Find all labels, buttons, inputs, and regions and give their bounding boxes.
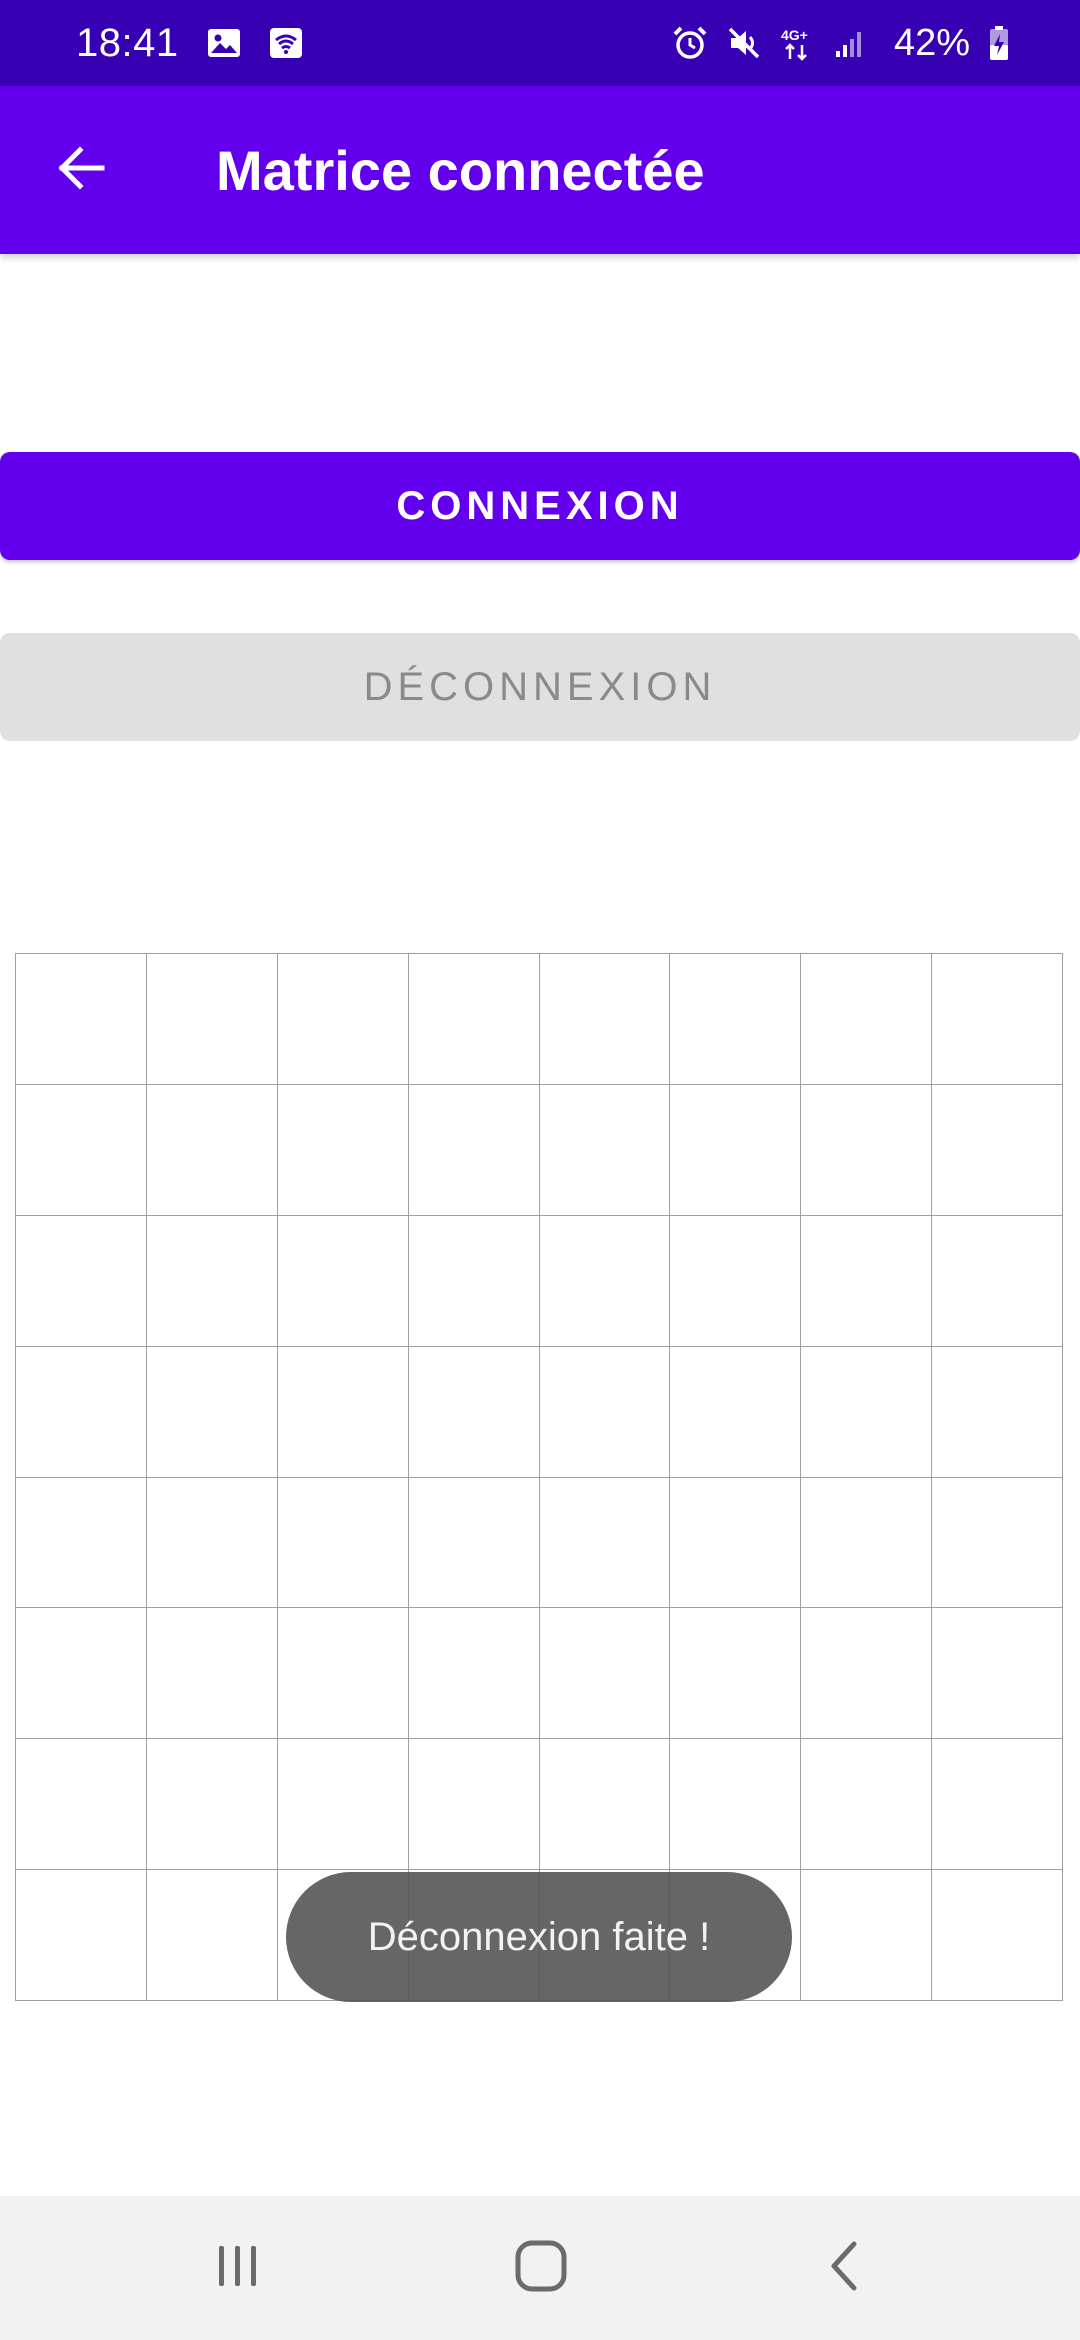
matrix-cell[interactable]: [277, 1215, 409, 1347]
matrix-cell[interactable]: [277, 1084, 409, 1216]
matrix-cell[interactable]: [801, 1477, 933, 1609]
matrix-cell[interactable]: [670, 954, 802, 1085]
matrix-cell[interactable]: [801, 1739, 933, 1871]
toast-message: Déconnexion faite !: [286, 1872, 792, 2002]
matrix-cell[interactable]: [146, 1608, 278, 1740]
status-left: 18:41: [76, 0, 303, 86]
matrix-cell[interactable]: [539, 1477, 671, 1609]
matrix-cell[interactable]: [16, 1346, 147, 1478]
navigation-bar: [0, 2196, 1080, 2340]
status-bar: 18:41 4G+ 42%: [0, 0, 1080, 86]
matrix-cell[interactable]: [146, 1477, 278, 1609]
matrix-cell[interactable]: [539, 1739, 671, 1871]
matrix-cell[interactable]: [801, 1346, 933, 1478]
mute-icon: [726, 25, 762, 61]
matrix-cell[interactable]: [670, 1084, 802, 1216]
matrix-cell[interactable]: [408, 1608, 540, 1740]
matrix-cell[interactable]: [146, 1870, 278, 2001]
matrix-cell[interactable]: [146, 954, 278, 1085]
signal-icon: [834, 27, 866, 59]
matrix-cell[interactable]: [146, 1739, 278, 1871]
page-title: Matrice connectée: [216, 138, 705, 202]
status-time: 18:41: [76, 20, 179, 65]
matrix-cell[interactable]: [277, 1477, 409, 1609]
recent-apps-button[interactable]: [178, 2218, 298, 2318]
matrix-cell[interactable]: [16, 1477, 147, 1609]
matrix-cell[interactable]: [408, 1477, 540, 1609]
alarm-icon: [672, 25, 708, 61]
network-4g-icon: 4G+: [780, 25, 816, 61]
matrix-cell[interactable]: [408, 1346, 540, 1478]
status-right: 4G+ 42%: [672, 0, 1010, 86]
matrix-cell[interactable]: [539, 1084, 671, 1216]
matrix-cell[interactable]: [277, 1346, 409, 1478]
matrix-cell[interactable]: [932, 1870, 1063, 2001]
matrix-cell[interactable]: [16, 1215, 147, 1347]
home-button[interactable]: [481, 2218, 601, 2318]
matrix-cell[interactable]: [146, 1215, 278, 1347]
matrix-cell[interactable]: [408, 1084, 540, 1216]
matrix-cell[interactable]: [801, 1870, 933, 2001]
matrix-cell[interactable]: [932, 954, 1063, 1085]
back-icon: [824, 2239, 864, 2298]
matrix-cell[interactable]: [932, 1608, 1063, 1740]
led-matrix-grid: [15, 953, 1063, 2001]
gallery-icon: [207, 28, 241, 58]
matrix-cell[interactable]: [16, 1608, 147, 1740]
svg-text:4G+: 4G+: [781, 27, 808, 43]
matrix-cell[interactable]: [16, 1739, 147, 1871]
connect-button[interactable]: CONNEXION: [0, 452, 1080, 560]
wifi-icon: [269, 27, 303, 59]
matrix-cell[interactable]: [16, 954, 147, 1085]
matrix-cell[interactable]: [408, 954, 540, 1085]
system-back-button[interactable]: [784, 2218, 904, 2318]
matrix-cell[interactable]: [932, 1346, 1063, 1478]
matrix-cell[interactable]: [670, 1215, 802, 1347]
matrix-cell[interactable]: [801, 1215, 933, 1347]
matrix-cell[interactable]: [408, 1215, 540, 1347]
matrix-cell[interactable]: [801, 1084, 933, 1216]
matrix-cell[interactable]: [539, 1608, 671, 1740]
matrix-cell[interactable]: [408, 1739, 540, 1871]
disconnect-button[interactable]: DÉCONNEXION: [0, 633, 1080, 741]
matrix-cell[interactable]: [932, 1084, 1063, 1216]
matrix-cell[interactable]: [670, 1477, 802, 1609]
matrix-cell[interactable]: [670, 1739, 802, 1871]
matrix-cell[interactable]: [932, 1215, 1063, 1347]
back-button[interactable]: [40, 130, 120, 210]
matrix-cell[interactable]: [146, 1084, 278, 1216]
matrix-cell[interactable]: [932, 1739, 1063, 1871]
matrix-cell[interactable]: [146, 1346, 278, 1478]
recent-apps-icon: [213, 2241, 263, 2296]
matrix-cell[interactable]: [539, 954, 671, 1085]
matrix-cell[interactable]: [16, 1870, 147, 2001]
app-bar: Matrice connectée: [0, 86, 1080, 254]
matrix-cell[interactable]: [539, 1215, 671, 1347]
home-icon: [514, 2239, 568, 2298]
matrix-cell[interactable]: [539, 1346, 671, 1478]
battery-charging-icon: [988, 25, 1010, 61]
matrix-cell[interactable]: [801, 1608, 933, 1740]
matrix-cell[interactable]: [801, 954, 933, 1085]
matrix-cell[interactable]: [932, 1477, 1063, 1609]
arrow-left-icon: [54, 142, 106, 199]
matrix-cell[interactable]: [277, 1608, 409, 1740]
matrix-cell[interactable]: [16, 1084, 147, 1216]
matrix-cell[interactable]: [277, 1739, 409, 1871]
matrix-cell[interactable]: [277, 954, 409, 1085]
battery-percent: 42%: [893, 21, 970, 64]
matrix-cell[interactable]: [670, 1346, 802, 1478]
matrix-cell[interactable]: [670, 1608, 802, 1740]
